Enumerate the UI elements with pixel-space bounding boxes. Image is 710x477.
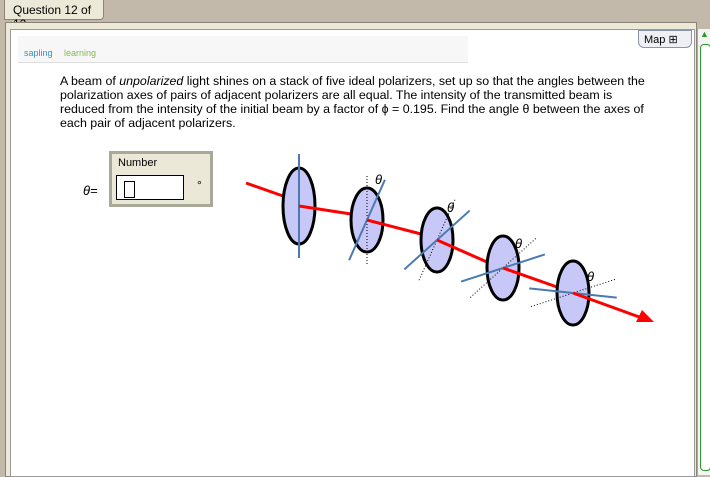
theta-mark: θ <box>375 172 382 187</box>
theta-mark: θ <box>447 200 454 215</box>
light-ray <box>245 181 284 198</box>
theta-mark: θ <box>587 269 594 284</box>
theta-mark: θ <box>515 236 522 251</box>
polarizer-diagram: θ θ θ θ <box>245 154 654 327</box>
